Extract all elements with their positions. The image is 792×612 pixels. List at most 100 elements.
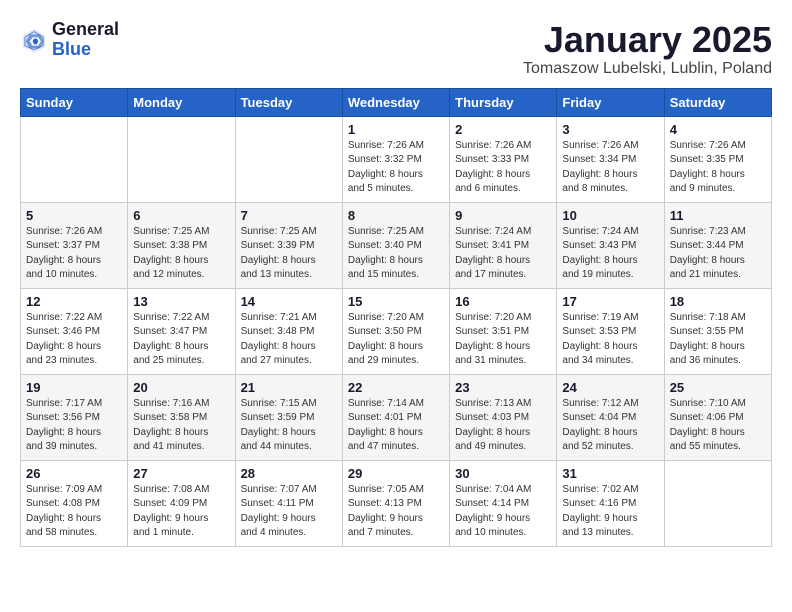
day-info: Sunrise: 7:12 AM Sunset: 4:04 PM Dayligh… [562,397,658,455]
day-number: 7 [241,208,337,223]
logo: General Blue [20,20,119,60]
day-info: Sunrise: 7:25 AM Sunset: 3:39 PM Dayligh… [241,225,337,283]
day-info: Sunrise: 7:20 AM Sunset: 3:51 PM Dayligh… [455,311,551,369]
calendar-table: SundayMondayTuesdayWednesdayThursdayFrid… [20,88,772,547]
calendar-cell: 22Sunrise: 7:14 AM Sunset: 4:01 PM Dayli… [342,374,449,460]
day-number: 21 [241,380,337,395]
calendar-week-1: 1 Sunrise: 7:26 AM Sunset: 3:32 PM Daylig… [21,116,772,202]
day-info: Sunrise: 7:13 AM Sunset: 4:03 PM Dayligh… [455,397,551,455]
day-info: Sunrise: 7:15 AM Sunset: 3:59 PM Dayligh… [241,397,337,455]
calendar-cell: 21 Sunrise: 7:15 AM Sunset: 3:59 PM Dayli… [235,374,342,460]
day-info: Sunrise: 7:26 AM Sunset: 3:32 PM Dayligh… [348,139,444,197]
day-info: Sunrise: 7:19 AM Sunset: 3:53 PM Dayligh… [562,311,658,369]
logo-blue: Blue [52,40,119,60]
day-number: 14 [241,294,337,309]
day-number: 31 [562,466,658,481]
logo-general: General [52,20,119,40]
calendar-cell: 24Sunrise: 7:12 AM Sunset: 4:04 PM Dayli… [557,374,664,460]
calendar-cell: 6 Sunrise: 7:25 AM Sunset: 3:38 PM Daylig… [128,202,235,288]
day-info: Sunrise: 7:04 AM Sunset: 4:14 PM Dayligh… [455,483,551,541]
day-number: 2 [455,122,551,137]
calendar-week-5: 26 Sunrise: 7:09 AM Sunset: 4:08 PM Dayli… [21,460,772,546]
day-number: 23 [455,380,551,395]
day-info: Sunrise: 7:25 AM Sunset: 3:38 PM Dayligh… [133,225,229,283]
day-info: Sunrise: 7:26 AM Sunset: 3:34 PM Dayligh… [562,139,658,197]
day-number: 15 [348,294,444,309]
page-header: General Blue January 2025 Tomaszow Lubel… [20,20,772,78]
day-info: Sunrise: 7:25 AM Sunset: 3:40 PM Dayligh… [348,225,444,283]
calendar-cell: 10 Sunrise: 7:24 AM Sunset: 3:43 PM Dayli… [557,202,664,288]
calendar-cell: 13 Sunrise: 7:22 AM Sunset: 3:47 PM Dayli… [128,288,235,374]
calendar-cell: 20Sunrise: 7:16 AM Sunset: 3:58 PM Dayli… [128,374,235,460]
calendar-cell [21,116,128,202]
day-info: Sunrise: 7:24 AM Sunset: 3:43 PM Dayligh… [562,225,658,283]
calendar-cell: 18 Sunrise: 7:18 AM Sunset: 3:55 PM Dayli… [664,288,771,374]
calendar-week-4: 19Sunrise: 7:17 AM Sunset: 3:56 PM Dayli… [21,374,772,460]
calendar-cell: 19Sunrise: 7:17 AM Sunset: 3:56 PM Dayli… [21,374,128,460]
calendar-cell: 3 Sunrise: 7:26 AM Sunset: 3:34 PM Daylig… [557,116,664,202]
day-number: 1 [348,122,444,137]
day-number: 11 [670,208,766,223]
day-info: Sunrise: 7:08 AM Sunset: 4:09 PM Dayligh… [133,483,229,541]
day-info: Sunrise: 7:17 AM Sunset: 3:56 PM Dayligh… [26,397,122,455]
day-number: 10 [562,208,658,223]
day-info: Sunrise: 7:18 AM Sunset: 3:55 PM Dayligh… [670,311,766,369]
day-info: Sunrise: 7:16 AM Sunset: 3:58 PM Dayligh… [133,397,229,455]
calendar-cell: 15Sunrise: 7:20 AM Sunset: 3:50 PM Dayli… [342,288,449,374]
calendar-cell: 12 Sunrise: 7:22 AM Sunset: 3:46 PM Dayli… [21,288,128,374]
day-number: 28 [241,466,337,481]
calendar-title: January 2025 [523,20,772,60]
weekday-header-row: SundayMondayTuesdayWednesdayThursdayFrid… [21,88,772,116]
day-number: 4 [670,122,766,137]
weekday-header-tuesday: Tuesday [235,88,342,116]
day-number: 17 [562,294,658,309]
day-info: Sunrise: 7:24 AM Sunset: 3:41 PM Dayligh… [455,225,551,283]
day-number: 25 [670,380,766,395]
weekday-header-saturday: Saturday [664,88,771,116]
calendar-cell: 29Sunrise: 7:05 AM Sunset: 4:13 PM Dayli… [342,460,449,546]
calendar-week-3: 12 Sunrise: 7:22 AM Sunset: 3:46 PM Dayli… [21,288,772,374]
calendar-cell: 17 Sunrise: 7:19 AM Sunset: 3:53 PM Dayli… [557,288,664,374]
weekday-header-monday: Monday [128,88,235,116]
title-block: January 2025 Tomaszow Lubelski, Lublin, … [523,20,772,78]
calendar-cell: 2 Sunrise: 7:26 AM Sunset: 3:33 PM Daylig… [450,116,557,202]
calendar-cell [664,460,771,546]
day-number: 8 [348,208,444,223]
day-info: Sunrise: 7:26 AM Sunset: 3:37 PM Dayligh… [26,225,122,283]
calendar-cell [235,116,342,202]
weekday-header-thursday: Thursday [450,88,557,116]
day-info: Sunrise: 7:09 AM Sunset: 4:08 PM Dayligh… [26,483,122,541]
day-number: 5 [26,208,122,223]
calendar-cell: 8 Sunrise: 7:25 AM Sunset: 3:40 PM Daylig… [342,202,449,288]
day-number: 13 [133,294,229,309]
day-info: Sunrise: 7:22 AM Sunset: 3:47 PM Dayligh… [133,311,229,369]
calendar-cell: 5 Sunrise: 7:26 AM Sunset: 3:37 PM Daylig… [21,202,128,288]
day-info: Sunrise: 7:22 AM Sunset: 3:46 PM Dayligh… [26,311,122,369]
day-number: 16 [455,294,551,309]
calendar-body: 1 Sunrise: 7:26 AM Sunset: 3:32 PM Daylig… [21,116,772,546]
day-number: 3 [562,122,658,137]
day-info: Sunrise: 7:14 AM Sunset: 4:01 PM Dayligh… [348,397,444,455]
day-info: Sunrise: 7:26 AM Sunset: 3:33 PM Dayligh… [455,139,551,197]
calendar-week-2: 5 Sunrise: 7:26 AM Sunset: 3:37 PM Daylig… [21,202,772,288]
calendar-cell: 9Sunrise: 7:24 AM Sunset: 3:41 PM Daylig… [450,202,557,288]
calendar-cell: 16 Sunrise: 7:20 AM Sunset: 3:51 PM Dayli… [450,288,557,374]
calendar-subtitle: Tomaszow Lubelski, Lublin, Poland [523,60,772,78]
calendar-cell: 14Sunrise: 7:21 AM Sunset: 3:48 PM Dayli… [235,288,342,374]
calendar-cell: 28 Sunrise: 7:07 AM Sunset: 4:11 PM Dayli… [235,460,342,546]
logo-text: General Blue [52,20,119,60]
day-info: Sunrise: 7:05 AM Sunset: 4:13 PM Dayligh… [348,483,444,541]
calendar-cell: 27Sunrise: 7:08 AM Sunset: 4:09 PM Dayli… [128,460,235,546]
weekday-header-sunday: Sunday [21,88,128,116]
calendar-cell: 4Sunrise: 7:26 AM Sunset: 3:35 PM Daylig… [664,116,771,202]
calendar-cell: 1 Sunrise: 7:26 AM Sunset: 3:32 PM Daylig… [342,116,449,202]
calendar-cell: 31Sunrise: 7:02 AM Sunset: 4:16 PM Dayli… [557,460,664,546]
day-number: 26 [26,466,122,481]
day-number: 30 [455,466,551,481]
day-info: Sunrise: 7:07 AM Sunset: 4:11 PM Dayligh… [241,483,337,541]
day-number: 12 [26,294,122,309]
day-number: 18 [670,294,766,309]
day-info: Sunrise: 7:10 AM Sunset: 4:06 PM Dayligh… [670,397,766,455]
day-number: 6 [133,208,229,223]
calendar-cell: 7 Sunrise: 7:25 AM Sunset: 3:39 PM Daylig… [235,202,342,288]
